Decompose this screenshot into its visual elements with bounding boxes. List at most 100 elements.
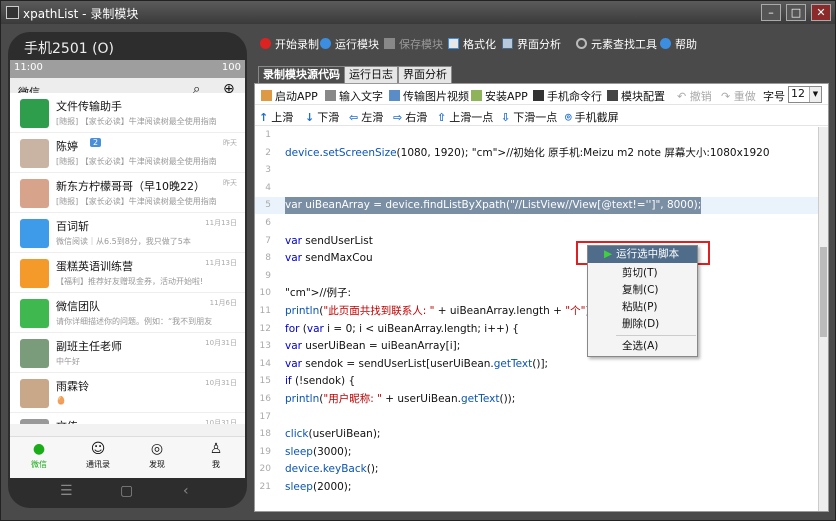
ui-analysis-button[interactable]: 界面分析 — [502, 36, 561, 52]
main-toolbar: 开始录制 运行模块 保存模块 格式化 界面分析 元素查找工具 帮助 — [254, 32, 829, 56]
module-config-button[interactable]: 模块配置 — [607, 88, 665, 104]
code-line[interactable]: 1 — [255, 127, 818, 144]
minimize-button[interactable]: – — [761, 4, 781, 21]
line-number: 13 — [259, 341, 271, 352]
code-line[interactable]: 10 "cm">//例子: — [255, 285, 818, 302]
code-text: click(userUiBean); — [285, 428, 381, 441]
tab-chats[interactable]: ● 微信 — [10, 437, 68, 478]
avatar — [20, 219, 49, 248]
tab-ui-analysis[interactable]: 界面分析 — [398, 66, 452, 83]
chat-list-item[interactable]: 微信团队 请你详细描述你的问题。例如：“我不到朋友 11月6日 — [10, 293, 245, 333]
font-size-select[interactable]: 12 ▼ — [788, 86, 822, 103]
input-text-button[interactable]: 输入文字 — [325, 88, 383, 104]
chat-name: 百词斩 — [56, 220, 89, 233]
tab-discover[interactable]: ◎ 发现 — [128, 437, 186, 478]
chat-time: 10月31日 — [205, 379, 237, 387]
code-line[interactable]: 2 device.setScreenSize(1080, 1920); "cm">… — [255, 145, 818, 162]
menu-copy[interactable]: 复制(C) — [588, 282, 697, 299]
transfer-media-button[interactable]: 传输图片视频 — [389, 88, 469, 104]
code-line[interactable]: 7 var sendUserList — [255, 233, 818, 250]
scrollbar-thumb[interactable] — [820, 247, 827, 337]
code-line[interactable]: 14 var sendok = sendUserList[userUiBean.… — [255, 356, 818, 373]
back-nav-icon[interactable]: ‹ — [183, 483, 189, 499]
avatar — [20, 99, 49, 128]
code-line[interactable]: 9 — [255, 268, 818, 285]
person-icon: ♙ — [209, 441, 223, 457]
menu-run-selected[interactable]: ▶ 运行选中脚本 — [588, 246, 697, 263]
code-line[interactable]: 12 for (var i = 0; i < uiBeanArray.length… — [255, 321, 818, 338]
code-area[interactable]: 1 2 device.setScreenSize(1080, 1920); "cm"… — [255, 127, 818, 511]
code-line[interactable]: 6 — [255, 215, 818, 232]
magnifier-icon — [576, 38, 587, 49]
menu-delete[interactable]: 删除(D) — [588, 316, 697, 333]
code-line[interactable]: 5 var uiBeanArray = device.findListByXpat… — [255, 197, 818, 215]
chat-time: 11月6日 — [209, 299, 237, 307]
code-line[interactable]: 15 if (!sendok) { — [255, 373, 818, 390]
tab-contacts[interactable]: ☺ 通讯录 — [69, 437, 127, 478]
format-button[interactable]: 格式化 — [448, 36, 496, 52]
chat-time: 10月31日 — [205, 339, 237, 347]
code-line[interactable]: 11 println("此页面共找到联系人: " + uiBeanArray.le… — [255, 303, 818, 320]
screenshot-button[interactable]: ⌾ 手机截屏 — [565, 109, 619, 125]
phone-status-bar: 11:00 100 — [10, 60, 245, 78]
chevron-down-icon: ▼ — [809, 87, 821, 102]
menu-nav-icon[interactable]: ☰ — [60, 483, 73, 499]
swipe-right-button[interactable]: ⇨ 右滑 — [393, 109, 427, 125]
code-line[interactable]: 13 var userUiBean = uiBeanArray[i]; — [255, 338, 818, 355]
undo-icon: ↶ — [677, 90, 690, 103]
chat-list-item[interactable]: 新东方柠檬哥哥（早10晚22） [随报] 【家长必读】牛津阅读树最全使用指南...… — [10, 173, 245, 213]
code-line[interactable]: 8 var sendMaxCou — [255, 250, 818, 267]
code-line[interactable]: 16 println("用户昵称: " + userUiBean.getText… — [255, 391, 818, 408]
home-nav-icon[interactable]: ▢ — [120, 483, 133, 499]
chat-list-item[interactable]: 副班主任老师 中午好 10月31日 — [10, 333, 245, 373]
run-module-button[interactable]: 运行模块 — [320, 36, 379, 52]
editor-toolbar-2: ↑ 上滑 ↓ 下滑 ⇦ 左滑 ⇨ 右滑 ⇧ 上滑一点 ⇩ 下滑一点 ⌾ 手机截屏 — [255, 105, 828, 126]
swipe-down-button[interactable]: ↓ 下滑 — [305, 109, 339, 125]
launch-app-button[interactable]: 启动APP — [261, 88, 318, 104]
chat-list-item[interactable]: 陈婷 2 [随报] 【家长必读】牛津阅读树最全使用指南... 昨天 — [10, 133, 245, 173]
swipe-up-button[interactable]: ↑ 上滑 — [259, 109, 293, 125]
tab-run-log[interactable]: 运行日志 — [344, 66, 398, 83]
phone-label: 手机2501 (O) — [24, 41, 115, 57]
undo-button[interactable]: ↶ 撤销 — [677, 88, 712, 104]
chat-list-item[interactable]: 文件传输助手 [随报] 【家长必读】牛津阅读树最全使用指南... — [10, 93, 245, 133]
save-module-button[interactable]: 保存模块 — [384, 36, 443, 52]
start-record-button[interactable]: 开始录制 — [260, 36, 319, 52]
chat-list-item[interactable]: 蛋糕英语训练营 【福利】推荐好友赠现金券，活动开始啦! 11月13日 — [10, 253, 245, 293]
tab-source-code[interactable]: 录制模块源代码 — [258, 66, 345, 83]
code-line[interactable]: 18 click(userUiBean); — [255, 426, 818, 443]
vertical-scrollbar[interactable] — [818, 127, 828, 511]
phone-screen[interactable]: 11:00 100 微信 ⌕ ⊕ 文件传输助手[随报] 【家长必读】牛津阅读树最… — [10, 60, 245, 478]
chat-name: 微信团队 — [56, 300, 100, 313]
redo-button[interactable]: ↷ 重做 — [721, 88, 756, 104]
swipe-left-button[interactable]: ⇦ 左滑 — [349, 109, 383, 125]
close-button[interactable]: ✕ — [811, 4, 831, 21]
menu-cut[interactable]: 剪切(T) — [588, 265, 697, 282]
chat-time: 11月13日 — [205, 259, 237, 267]
install-app-button[interactable]: 安装APP — [471, 88, 528, 104]
code-line[interactable]: 20 device.keyBack(); — [255, 461, 818, 478]
chat-list-item[interactable]: 雨霖铃 🥚 10月31日 — [10, 373, 245, 413]
maximize-button[interactable]: □ — [786, 4, 806, 21]
swipe-up-little-button[interactable]: ⇧ 上滑一点 — [437, 109, 493, 125]
window-title: xpathList - 录制模块 — [23, 7, 139, 21]
element-finder-button[interactable]: 元素查找工具 — [576, 36, 657, 52]
phone-shell-button[interactable]: 手机命令行 — [533, 88, 602, 104]
code-line[interactable]: 4 — [255, 180, 818, 197]
line-number: 4 — [265, 182, 271, 193]
chat-list-item[interactable]: 文传 10月31日 — [10, 413, 245, 424]
chat-name: 文传 — [56, 418, 78, 424]
tab-me[interactable]: ♙ 我 — [187, 437, 245, 478]
save-icon — [384, 38, 395, 49]
code-line[interactable]: 21 sleep(2000); — [255, 479, 818, 496]
launch-icon — [261, 90, 272, 101]
help-button[interactable]: 帮助 — [660, 36, 697, 52]
menu-select-all[interactable]: 全选(A) — [588, 338, 697, 355]
menu-paste[interactable]: 粘贴(P) — [588, 299, 697, 316]
code-line[interactable]: 3 — [255, 162, 818, 179]
chat-time: 昨天 — [223, 139, 237, 147]
code-line[interactable]: 17 — [255, 409, 818, 426]
chat-list-item[interactable]: 百词斩 微信阅读｜从6.5到8分，我只做了5本 11月13日 — [10, 213, 245, 253]
code-line[interactable]: 19 sleep(3000); — [255, 444, 818, 461]
swipe-down-little-button[interactable]: ⇩ 下滑一点 — [501, 109, 557, 125]
